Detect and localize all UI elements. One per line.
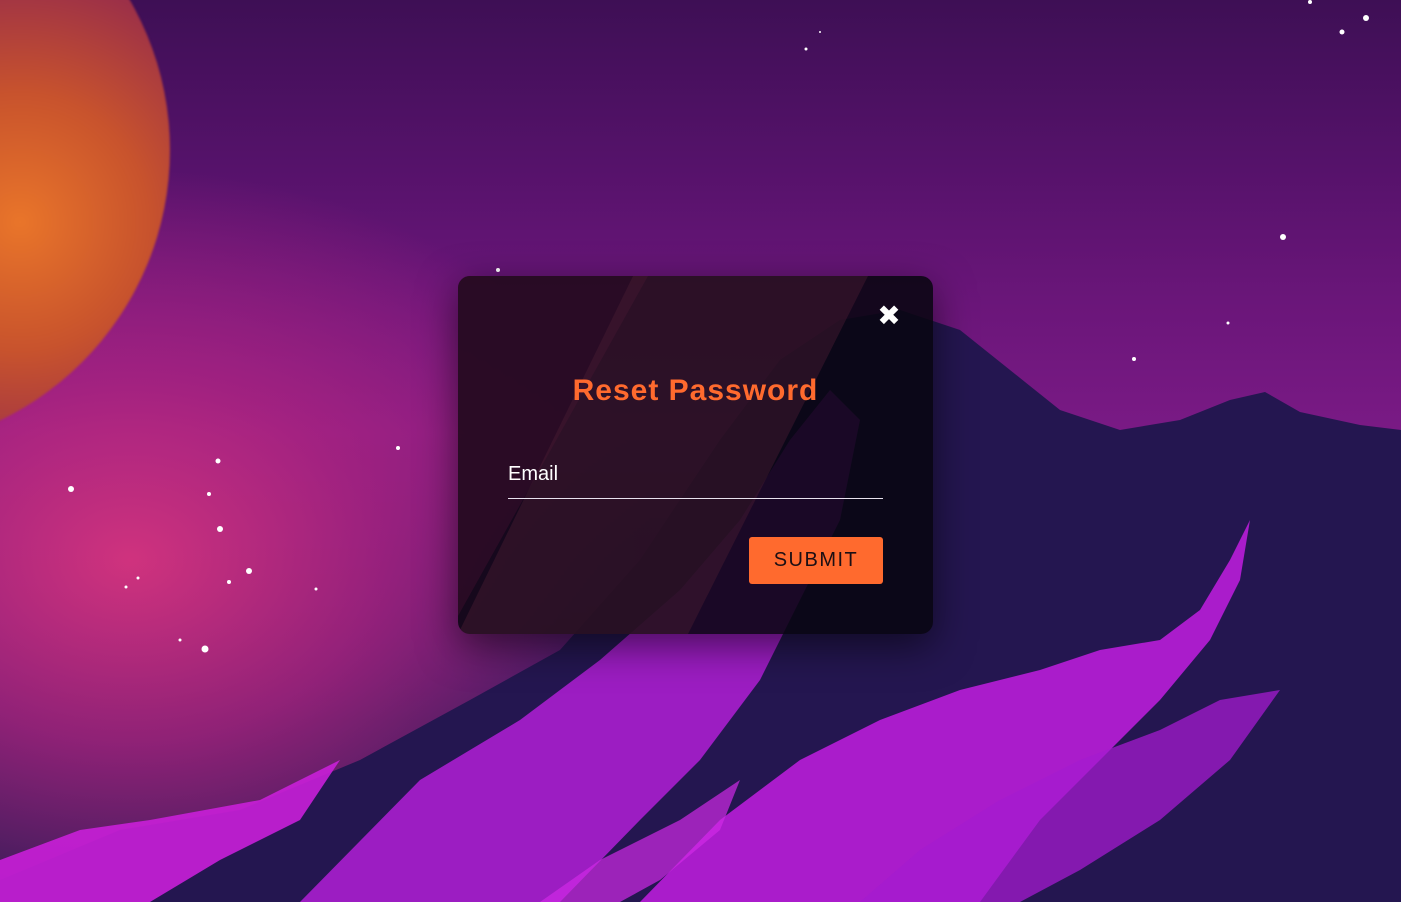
submit-button[interactable]: SUBMIT xyxy=(749,537,883,584)
close-icon[interactable]: ✖ xyxy=(875,302,903,330)
modal-title: Reset Password xyxy=(572,374,819,407)
background-scene: ✖ Reset Password SUBMIT xyxy=(0,0,1401,902)
email-field[interactable] xyxy=(508,456,883,492)
email-field-wrapper xyxy=(508,456,883,499)
reset-password-modal: ✖ Reset Password SUBMIT xyxy=(458,276,933,634)
